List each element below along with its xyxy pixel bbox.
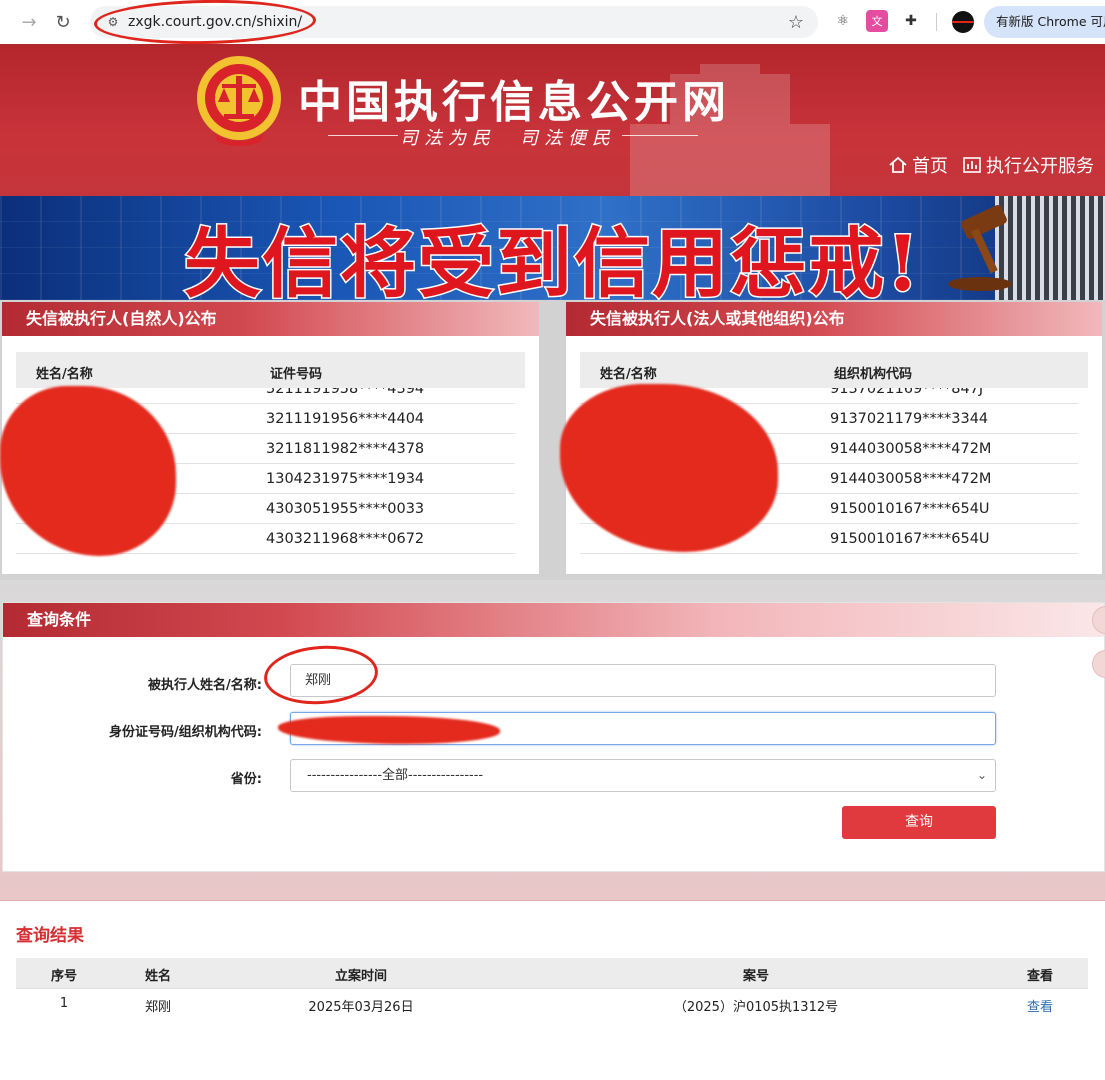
translate-extension-icon[interactable]: 文 [866,10,888,32]
bookmark-star-icon[interactable]: ☆ [788,12,804,33]
site-title: 中国执行信息公开网 [298,77,730,128]
court-emblem-logo [197,56,281,146]
panel-person-header: 姓名/名称 证件号码 [16,352,525,388]
id-field-label: 身份证号码/组织机构代码: [109,725,262,740]
site-header: 中国执行信息公开网 司法为民 司法便民 首页 执行公开服务 [0,44,1105,196]
banner-slogan: 失信将受到信用惩戒! [182,218,922,301]
nav-home-label: 首页 [912,156,948,177]
slogan-line-left [328,135,398,136]
cell-index: 1 [59,996,69,1011]
view-link[interactable]: 查看 [1016,996,1064,1015]
chrome-update-button[interactable]: 有新版 Chrome 可用 [984,6,1105,38]
results-title: 查询结果 [16,926,84,946]
query-submit-button[interactable]: 查询 [842,806,996,839]
table-row: 1 郑刚 2025年03月26日 （2025）沪0105执1312号 查看 [16,988,1088,1018]
back-arrow-icon[interactable]: → [14,7,44,37]
url-annotation-circle [93,0,317,46]
col-name: 姓名/名称 [600,367,657,382]
col-index: 序号 [50,969,77,984]
nav-service-link[interactable]: 执行公开服务 [962,152,1094,178]
panel-org-header: 姓名/名称 组织机构代码 [580,352,1088,388]
credit-banner: 失信将受到信用惩戒! [0,196,1105,300]
toolbar-divider [936,13,937,31]
address-bar[interactable]: ⚙ zxgk.court.gov.cn/shixin/ ☆ [90,0,818,46]
nav-home-link[interactable]: 首页 [888,152,948,178]
province-selected: ----------------全部---------------- [307,768,484,783]
profile-avatar[interactable] [952,11,974,33]
chart-icon [963,157,981,173]
province-label: 省份: [230,772,262,787]
nav-service-label: 执行公开服务 [986,156,1094,177]
province-select[interactable]: ----------------全部---------------- ⌄ [290,759,996,792]
puzzle-extensions-icon[interactable]: ✚ [900,10,922,32]
site-slogan: 司法为民 司法便民 [400,128,616,149]
home-icon [889,156,907,173]
cell-name: 郑刚 [144,1000,171,1015]
col-name: 姓名 [144,969,171,984]
extension-icon[interactable]: ⚛ [832,10,854,32]
col-name: 姓名/名称 [36,367,93,382]
panel-person-title: 失信被执行人(自然人)公布 [2,302,539,336]
results-section: 查询结果 序号 姓名 立案时间 案号 查看 1 郑刚 2025年03月26日 （… [0,900,1105,1080]
col-id: 证件号码 [270,367,323,382]
results-header: 序号 姓名 立案时间 案号 查看 [16,958,1088,988]
browser-toolbar: → ↻ ⚙ zxgk.court.gov.cn/shixin/ ☆ ⚛ 文 ✚ … [0,0,1105,46]
slogan-line-right [622,135,698,136]
reload-icon[interactable]: ↻ [48,7,78,37]
panel-org-title: 失信被执行人(法人或其他组织)公布 [566,302,1102,336]
gavel-icon [948,204,1012,291]
cell-date: 2025年03月26日 [308,1000,414,1015]
name-input[interactable]: 郑刚 [290,664,996,697]
name-field-label: 被执行人姓名/名称: [148,678,262,693]
col-code: 组织机构代码 [834,367,913,382]
query-title: 查询条件 [3,603,1104,637]
col-view: 查看 [1026,969,1053,984]
chevron-down-icon: ⌄ [976,768,987,782]
col-case: 案号 [742,969,769,984]
col-date: 立案时间 [334,969,387,984]
cell-case-number: （2025）沪0105执1312号 [673,1000,839,1015]
